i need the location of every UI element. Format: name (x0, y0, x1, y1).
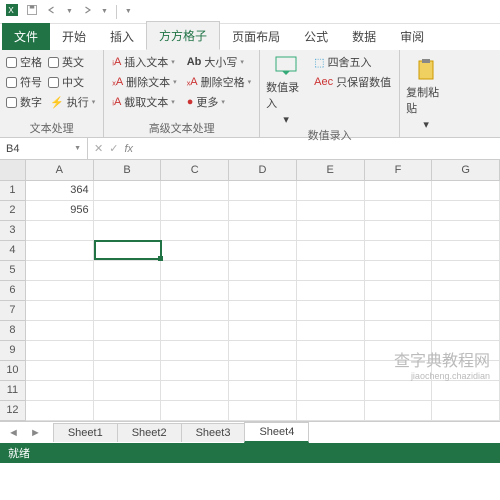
ribbon-tabs: 文件 开始 插入 方方格子 页面布局 公式 数据 审阅 (0, 24, 500, 50)
btn-copy-paste[interactable]: 复制粘贴▾ (406, 53, 446, 135)
delete-text-icon: ₓA (112, 76, 123, 88)
more-icon: ● (187, 96, 194, 108)
status-bar: 就绪 (0, 443, 500, 463)
redo-icon[interactable] (81, 4, 93, 19)
cancel-icon[interactable]: ✕ (94, 142, 103, 155)
chk-chinese[interactable]: 中文 (48, 73, 97, 91)
chk-english[interactable]: 英文 (48, 53, 97, 71)
group-num-input: 数值录入▾ ⬚四舍五入 Aec只保留数值 数值录入 (260, 50, 400, 137)
sheet-tab-1[interactable]: Sheet1 (53, 423, 118, 442)
btn-round[interactable]: ⬚四舍五入 (312, 53, 393, 71)
enter-icon[interactable]: ✓ (109, 142, 118, 155)
ribbon: 空格 符号 数字 英文 中文 ⚡执行▾ 文本处理 ᵢA插入文本▾ ₓA删除文本▾… (0, 50, 500, 138)
col-header[interactable]: B (94, 160, 162, 180)
tab-insert[interactable]: 插入 (98, 23, 146, 50)
select-all-corner[interactable] (0, 160, 26, 180)
sheet-tab-2[interactable]: Sheet2 (117, 423, 182, 442)
sheet-nav[interactable]: ◄ ► (0, 427, 53, 439)
undo-dropdown[interactable]: ▼ (66, 8, 73, 15)
lightning-icon: ⚡ (50, 96, 64, 109)
tab-file[interactable]: 文件 (2, 23, 50, 50)
btn-delete-space[interactable]: ₓA删除空格▾ (185, 73, 253, 91)
clipboard-icon (414, 58, 438, 82)
separator (116, 5, 117, 19)
col-header[interactable]: G (432, 160, 500, 180)
fx-icon[interactable]: fx (124, 143, 133, 155)
row-header[interactable]: 1 (0, 181, 26, 201)
name-box[interactable]: B4▼ (0, 138, 88, 159)
col-header[interactable]: E (297, 160, 365, 180)
row-header[interactable]: 2 (0, 201, 26, 221)
redo-dropdown[interactable]: ▼ (101, 8, 108, 15)
chk-space[interactable]: 空格 (6, 53, 42, 71)
row-header[interactable]: 9 (0, 341, 26, 361)
cut-text-icon: ᵢA (112, 96, 121, 108)
row-header[interactable]: 4 (0, 241, 26, 261)
delete-space-icon: ₓA (187, 76, 198, 88)
cell-A2[interactable]: 956 (26, 201, 94, 221)
btn-keep-num[interactable]: Aec只保留数值 (312, 73, 393, 91)
row-header[interactable]: 6 (0, 281, 26, 301)
btn-delete-text[interactable]: ₓA删除文本▾ (110, 73, 178, 91)
save-icon[interactable] (26, 4, 38, 19)
group-label-num: 数值录入 (266, 126, 393, 143)
num-input-icon (274, 53, 298, 77)
insert-text-icon: ᵢA (112, 56, 121, 68)
group-label-paste (406, 135, 446, 136)
case-icon: Ab (187, 56, 202, 68)
formula-bar: B4▼ ✕ ✓ fx (0, 138, 500, 160)
sheet-tab-3[interactable]: Sheet3 (181, 423, 246, 442)
col-header[interactable]: A (26, 160, 94, 180)
quick-access-toolbar: X ▼ ▼ ▼ (0, 0, 500, 24)
chk-symbol[interactable]: 符号 (6, 73, 42, 91)
tab-fangfang[interactable]: 方方格子 (146, 21, 220, 50)
tab-layout[interactable]: 页面布局 (220, 23, 292, 50)
group-label-text: 文本处理 (6, 119, 97, 136)
worksheet-grid[interactable]: A B C D E F G 1364 2956 3 4 5 6 7 8 9 10… (0, 160, 500, 421)
svg-text:X: X (8, 6, 14, 15)
sheet-tabs: ◄ ► Sheet1 Sheet2 Sheet3 Sheet4 (0, 421, 500, 443)
btn-more[interactable]: ●更多▾ (185, 93, 253, 111)
tab-home[interactable]: 开始 (50, 23, 98, 50)
row-header[interactable]: 8 (0, 321, 26, 341)
sheet-tab-4[interactable]: Sheet4 (244, 422, 309, 443)
chk-number[interactable]: 数字 (6, 93, 42, 111)
tab-data[interactable]: 数据 (340, 23, 388, 50)
btn-insert-text[interactable]: ᵢA插入文本▾ (110, 53, 178, 71)
tab-review[interactable]: 审阅 (388, 23, 436, 50)
keep-num-icon: Aec (314, 76, 333, 88)
column-headers: A B C D E F G (0, 160, 500, 181)
undo-icon[interactable] (46, 4, 58, 19)
row-header[interactable]: 5 (0, 261, 26, 281)
col-header[interactable]: F (365, 160, 433, 180)
btn-execute[interactable]: ⚡执行▾ (48, 93, 97, 111)
round-icon: ⬚ (314, 56, 324, 69)
row-header[interactable]: 11 (0, 381, 26, 401)
row-header[interactable]: 10 (0, 361, 26, 381)
row-header[interactable]: 7 (0, 301, 26, 321)
row-header[interactable]: 12 (0, 401, 26, 421)
chevron-down-icon[interactable]: ▼ (74, 145, 81, 152)
col-header[interactable]: D (229, 160, 297, 180)
btn-cut-text[interactable]: ᵢA截取文本▾ (110, 93, 178, 111)
cell-A1[interactable]: 364 (26, 181, 94, 201)
row-header[interactable]: 3 (0, 221, 26, 241)
group-text-process: 空格 符号 数字 英文 中文 ⚡执行▾ 文本处理 (0, 50, 104, 137)
excel-icon: X (6, 4, 18, 19)
btn-num-input[interactable]: 数值录入▾ (266, 53, 306, 126)
group-adv-text: ᵢA插入文本▾ ₓA删除文本▾ ᵢA截取文本▾ Ab大小写▾ ₓA删除空格▾ ●… (104, 50, 260, 137)
btn-case-size[interactable]: Ab大小写▾ (185, 53, 253, 71)
group-paste: 复制粘贴▾ (400, 50, 452, 137)
qat-customize[interactable]: ▼ (125, 8, 132, 15)
group-label-adv: 高级文本处理 (110, 119, 253, 136)
tab-formula[interactable]: 公式 (292, 23, 340, 50)
col-header[interactable]: C (161, 160, 229, 180)
